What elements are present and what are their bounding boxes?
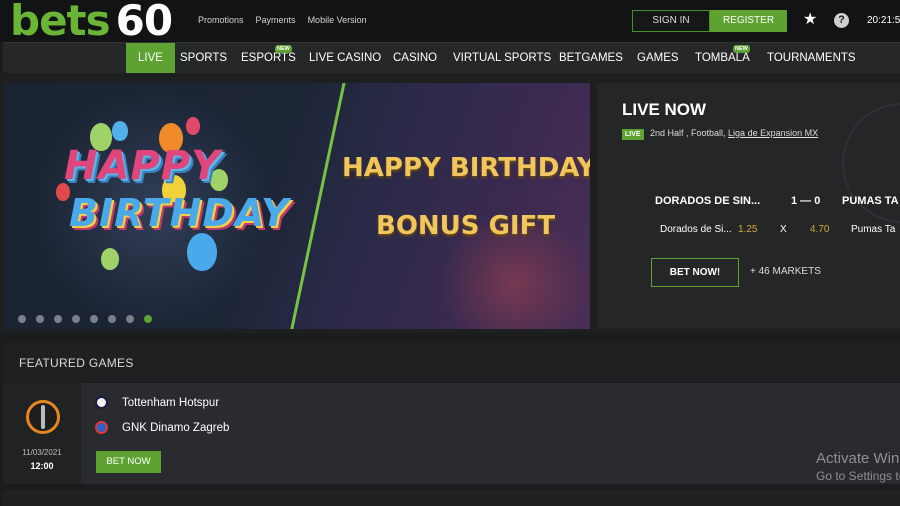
home-team-name: DORADOS DE SIN... (655, 195, 761, 207)
carousel-dot[interactable] (54, 315, 62, 323)
game-date-column: 11/03/2021 12:00 (3, 383, 81, 484)
live-match-info: 2nd Half , Football, Liga de Expansion M… (650, 128, 818, 138)
birthday-art-text: BIRTHDAY (69, 191, 290, 235)
tombala-new-badge: NEW (733, 45, 750, 53)
promotions-link[interactable]: Promotions (198, 15, 244, 25)
sign-in-button[interactable]: SIGN IN (632, 10, 710, 32)
away-team-name: PUMAS TA (842, 195, 899, 207)
payments-link[interactable]: Payments (256, 15, 296, 25)
balloon-icon (187, 233, 217, 271)
nav-tournaments[interactable]: TOURNAMENTS (767, 43, 856, 74)
site-logo[interactable]: bets 60 (10, 0, 173, 45)
featured-games-title: FEATURED GAMES (19, 356, 134, 370)
more-markets-link[interactable]: + 46 MARKETS (750, 266, 821, 277)
live-badge: LIVE (622, 129, 644, 140)
logo-brand: bets (10, 0, 111, 45)
top-links: Promotions Payments Mobile Version (198, 15, 367, 25)
carousel-dot[interactable] (36, 315, 44, 323)
game-date: 11/03/2021 (22, 448, 62, 457)
carousel-dot[interactable] (108, 315, 116, 323)
banner-title: HAPPY BIRTHDAY (342, 153, 590, 183)
draw-odds-value[interactable]: 4.70 (810, 224, 829, 235)
live-bet-now-button[interactable]: BET NOW! (651, 258, 739, 287)
tottenham-crest-icon (95, 396, 108, 409)
nav-casino[interactable]: CASINO (393, 43, 437, 74)
home-odds-value[interactable]: 1.25 (738, 224, 757, 235)
top-bar: bets 60 Promotions Payments Mobile Versi… (0, 0, 900, 42)
team-away-name: GNK Dinamo Zagreb (122, 421, 230, 434)
carousel-dot[interactable] (18, 315, 26, 323)
team-home-name: Tottenham Hotspur (122, 396, 220, 409)
dinamo-zagreb-crest-icon (95, 421, 108, 434)
europa-league-icon (26, 400, 60, 434)
live-match-period: 2nd Half , Football, (650, 128, 729, 138)
nav-sports[interactable]: SPORTS (180, 43, 227, 74)
away-odds-label[interactable]: Pumas Ta (851, 224, 895, 235)
banner-subtitle: BONUS GIFT (376, 211, 556, 241)
carousel-dot-active[interactable] (144, 315, 152, 323)
featured-game-card[interactable]: 11/03/2021 12:00 Tottenham Hotspur GNK D… (3, 383, 900, 484)
home-odds-label[interactable]: Dorados de Si... (660, 224, 732, 235)
draw-label[interactable]: X (780, 224, 787, 235)
hero-section: HAPPY BIRTHDAY HAPPY BIRTHDAY BONUS GIFT… (0, 73, 900, 333)
nav-esports-label: ESPORTS (241, 52, 296, 64)
carousel-dot[interactable] (90, 315, 98, 323)
favorites-star-icon[interactable]: ★ (803, 12, 819, 28)
carousel-dots (18, 315, 152, 323)
carousel-dot[interactable] (126, 315, 134, 323)
main-nav: LIVE SPORTS ESPORTS NEW LIVE CASINO CASI… (3, 42, 900, 74)
live-now-title: LIVE NOW (622, 100, 707, 119)
carousel-dot[interactable] (72, 315, 80, 323)
team-row-away: GNK Dinamo Zagreb (95, 421, 229, 434)
nav-virtual-sports[interactable]: VIRTUAL SPORTS (453, 43, 551, 74)
windows-activation-watermark: Activate Win (816, 450, 900, 467)
help-icon[interactable]: ? (834, 13, 849, 28)
game-time: 12:00 (30, 461, 54, 471)
mobile-version-link[interactable]: Mobile Version (308, 15, 367, 25)
nav-live[interactable]: LIVE (126, 43, 175, 74)
esports-new-badge: NEW (275, 45, 292, 53)
nav-live-casino[interactable]: LIVE CASINO (309, 43, 381, 74)
live-now-panel: LIVE NOW LIVE 2nd Half , Football, Liga … (597, 83, 900, 329)
logo-number: 60 (115, 0, 173, 45)
promo-banner[interactable]: HAPPY BIRTHDAY HAPPY BIRTHDAY BONUS GIFT (4, 83, 590, 329)
balloon-icon (112, 121, 128, 141)
clock: 20:21:5 (867, 15, 900, 26)
match-score: 1 — 0 (791, 195, 821, 207)
balloon-icon (186, 117, 200, 135)
nav-betgames[interactable]: BETGAMES (559, 43, 623, 74)
banner-divider (287, 83, 348, 329)
windows-activation-hint: Go to Settings to (816, 469, 900, 483)
bet-now-button[interactable]: BET NOW (96, 451, 161, 473)
bottom-strip (3, 490, 900, 506)
register-button[interactable]: REGISTER (710, 10, 787, 32)
featured-games-header: FEATURED GAMES (3, 342, 900, 382)
happy-art-text: HAPPY (64, 143, 222, 189)
team-row-home: Tottenham Hotspur (95, 396, 219, 409)
league-link[interactable]: Liga de Expansion MX (728, 128, 818, 138)
balloon-icon (101, 248, 119, 270)
nav-games[interactable]: GAMES (637, 43, 679, 74)
